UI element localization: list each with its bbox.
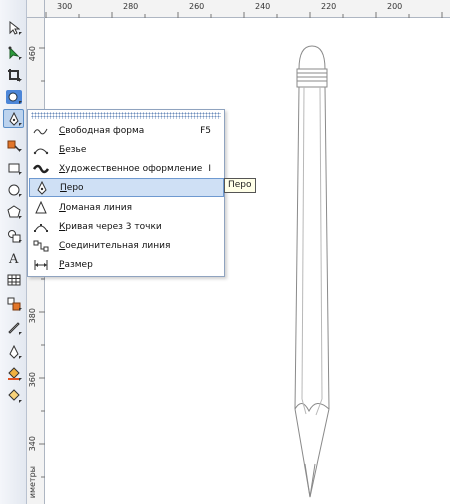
- ruler-label: 260: [189, 2, 205, 11]
- ruler-label: 460: [28, 46, 37, 62]
- menu-item-label: Свободная форма: [59, 125, 145, 136]
- menu-item-label: Соединительная линия: [59, 240, 171, 251]
- horizontal-ruler[interactable]: 300 280 260 240 220 200: [27, 0, 450, 18]
- connector-line-icon: [31, 238, 51, 254]
- polyline-icon: [31, 200, 51, 216]
- menu-item-shortcut: I: [208, 163, 211, 174]
- menu-item-label: Перо: [60, 182, 84, 193]
- smart-fill-icon[interactable]: [3, 135, 24, 154]
- menu-item-connector-line[interactable]: Соединительная линия: [29, 236, 224, 255]
- ruler-label: 340: [28, 436, 37, 452]
- pick-tool-icon[interactable]: [3, 18, 24, 37]
- text-tool-icon[interactable]: A: [3, 248, 24, 267]
- freehand-icon: [31, 123, 51, 139]
- pen-curve-tool-icon[interactable]: [3, 109, 24, 128]
- menu-item-shortcut: F5: [200, 125, 211, 136]
- table-tool-icon[interactable]: [3, 270, 24, 289]
- ruler-label: 280: [123, 2, 139, 11]
- pen-icon: [32, 180, 52, 196]
- menu-item-label: Размер: [59, 259, 93, 270]
- dimension-icon: [31, 257, 51, 273]
- menu-item-freehand[interactable]: Свободная форма F5: [29, 121, 224, 140]
- bezier-icon: [31, 142, 51, 158]
- ruler-unit-label: иметры: [28, 466, 37, 499]
- interactive-blend-icon[interactable]: [3, 294, 24, 313]
- toolbox: A: [0, 0, 27, 504]
- menu-item-artistic-media[interactable]: Художественное оформление I: [29, 159, 224, 178]
- three-point-curve-icon: [31, 219, 51, 235]
- fill-tool-icon[interactable]: [3, 364, 24, 383]
- eyedropper-icon[interactable]: [3, 318, 24, 337]
- menu-item-dimension[interactable]: Размер: [29, 255, 224, 274]
- ruler-label: 300: [57, 2, 73, 11]
- interactive-fill-icon[interactable]: [3, 386, 24, 405]
- ruler-label: 240: [255, 2, 271, 11]
- menu-item-polyline[interactable]: Ломаная линия: [29, 198, 224, 217]
- ruler-label: 200: [387, 2, 403, 11]
- pen-tooltip: Перо: [224, 178, 256, 193]
- menu-item-three-point-curve[interactable]: Кривая через 3 точки: [29, 217, 224, 236]
- rectangle-tool-icon[interactable]: [3, 158, 24, 177]
- curve-tools-flyout-menu: Свободная форма F5 Безье Художественное …: [27, 109, 225, 277]
- ruler-label: 380: [28, 308, 37, 324]
- ellipse-tool-icon[interactable]: [3, 180, 24, 199]
- basic-shapes-icon[interactable]: [3, 226, 24, 245]
- polygon-tool-icon[interactable]: [3, 202, 24, 221]
- menu-grip[interactable]: [31, 112, 221, 119]
- menu-item-label: Ломаная линия: [59, 202, 133, 213]
- menu-item-label: Художественное оформление: [59, 163, 203, 174]
- outline-pen-icon[interactable]: [3, 342, 24, 361]
- menu-item-pen[interactable]: Перо: [29, 178, 224, 197]
- menu-item-label: Безье: [59, 144, 87, 155]
- ruler-label: 220: [321, 2, 337, 11]
- crop-tool-icon[interactable]: [3, 65, 24, 84]
- menu-item-bezier[interactable]: Безье: [29, 140, 224, 159]
- menu-item-label: Кривая через 3 точки: [59, 221, 162, 232]
- svg-text:A: A: [8, 252, 19, 265]
- ruler-label: 360: [28, 372, 37, 388]
- zoom-tool-icon[interactable]: [3, 87, 24, 106]
- ruler-origin-corner[interactable]: [27, 0, 45, 18]
- artistic-media-icon: [31, 161, 51, 177]
- shape-tool-icon[interactable]: [3, 43, 24, 62]
